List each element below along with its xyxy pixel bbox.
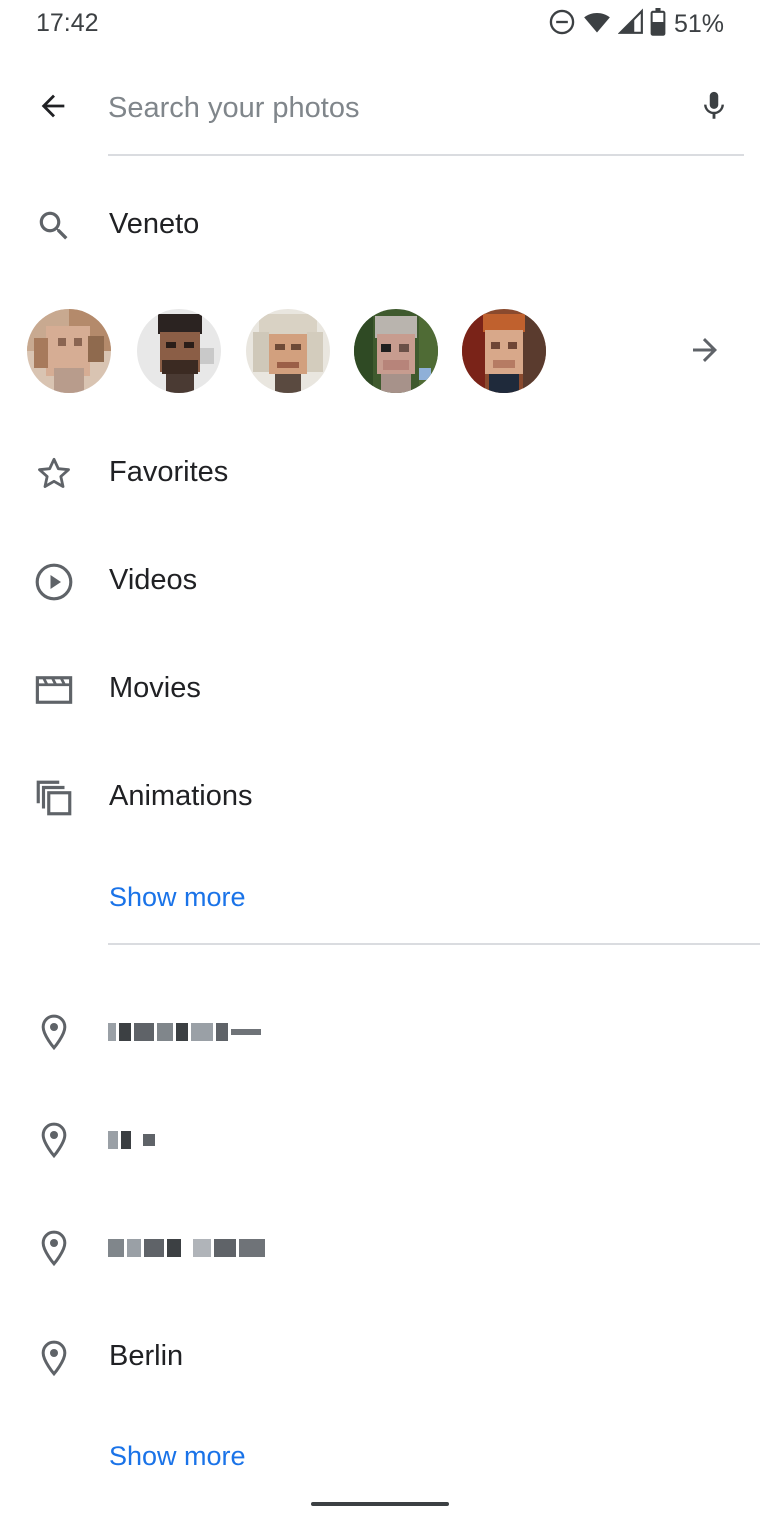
search-input[interactable] — [108, 84, 668, 132]
categories-show-more-link[interactable]: Show more — [109, 882, 246, 913]
redacted-place-label — [108, 1236, 265, 1260]
people-more-button[interactable] — [680, 330, 730, 374]
suggestion-row[interactable]: Veneto — [0, 184, 760, 268]
face-4-avatar[interactable] — [353, 308, 439, 394]
place-row-berlin[interactable]: Berlin — [0, 1316, 760, 1400]
location-pin-icon — [30, 1226, 78, 1270]
microphone-icon — [697, 87, 731, 130]
battery-icon — [650, 7, 666, 41]
arrow-right-icon — [687, 332, 723, 373]
place-label-berlin: Berlin — [109, 1340, 184, 1372]
do-not-disturb-icon — [548, 8, 576, 41]
place-row[interactable] — [0, 1098, 760, 1182]
category-row-videos[interactable]: Videos — [0, 540, 760, 624]
section-divider — [108, 943, 760, 945]
category-label-videos: Videos — [109, 564, 198, 596]
status-bar: 17:42 51% — [0, 0, 760, 48]
animation-stack-icon — [30, 776, 78, 820]
search-bar — [0, 60, 760, 156]
search-divider — [108, 154, 744, 156]
places-show-more-link[interactable]: Show more — [109, 1441, 246, 1472]
place-row[interactable] — [0, 1206, 760, 1290]
wifi-icon — [582, 8, 612, 41]
battery-percentage: 51% — [673, 9, 724, 38]
face-1-avatar[interactable] — [26, 308, 112, 394]
place-row[interactable] — [0, 990, 760, 1074]
redacted-place-label — [108, 1128, 155, 1152]
face-5-avatar[interactable] — [461, 308, 547, 394]
star-outline-icon — [30, 452, 78, 496]
arrow-back-icon — [36, 89, 70, 128]
play-circle-icon — [30, 560, 78, 604]
status-time: 17:42 — [36, 9, 99, 37]
category-label-animations: Animations — [109, 780, 253, 812]
location-pin-icon — [30, 1010, 78, 1054]
location-pin-icon — [30, 1118, 78, 1162]
category-label-movies: Movies — [109, 672, 201, 704]
category-row-favorites[interactable]: Favorites — [0, 432, 760, 516]
category-row-movies[interactable]: Movies — [0, 648, 760, 732]
category-label-favorites: Favorites — [109, 456, 229, 488]
back-button[interactable] — [22, 80, 84, 136]
category-row-animations[interactable]: Animations — [0, 756, 760, 840]
cell-signal-icon — [617, 8, 644, 41]
status-icons: 51% — [548, 7, 724, 41]
voice-search-button[interactable] — [688, 82, 740, 134]
gesture-nav-handle[interactable] — [311, 1502, 449, 1506]
location-pin-icon — [30, 1336, 78, 1380]
movie-clapper-icon — [30, 668, 78, 712]
face-3-avatar[interactable] — [245, 308, 331, 394]
suggestion-label: Veneto — [109, 208, 200, 240]
people-row — [0, 296, 760, 406]
search-icon — [30, 204, 78, 248]
face-2-avatar[interactable] — [136, 308, 222, 394]
redacted-place-label — [108, 1020, 261, 1044]
